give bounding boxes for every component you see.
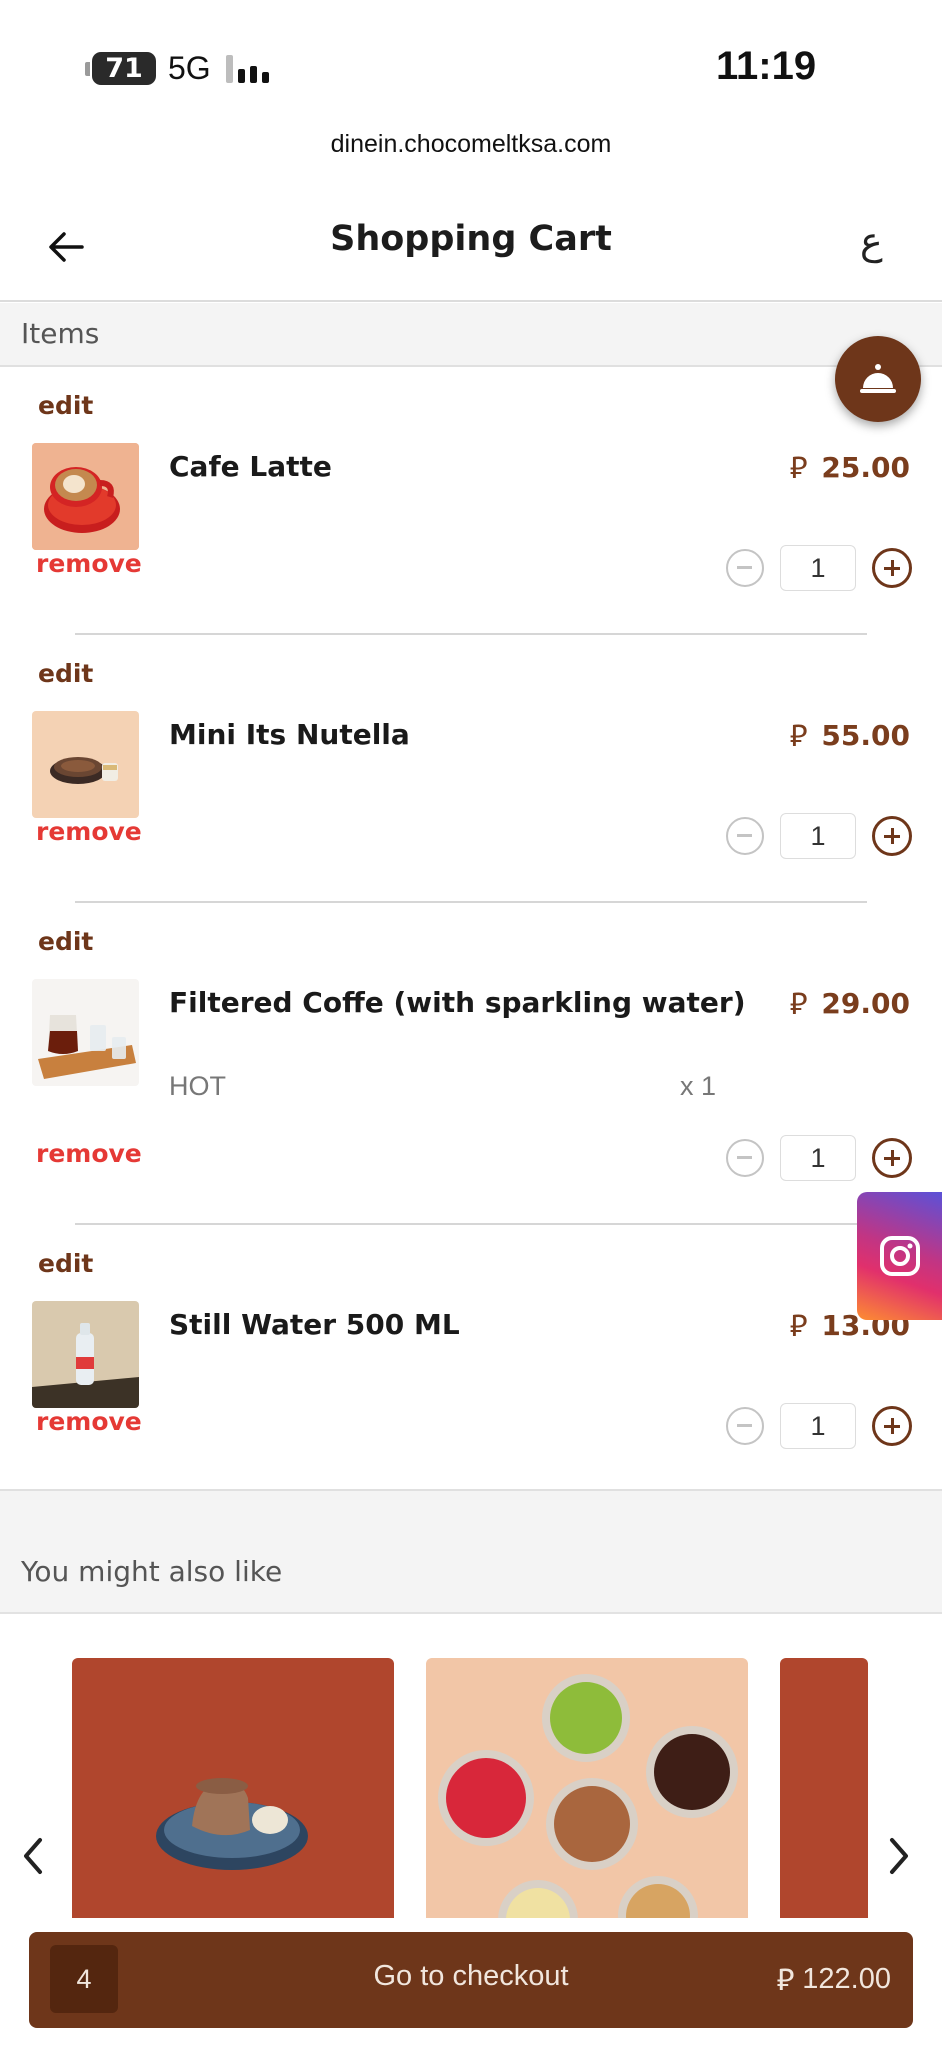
item-name: Filtered Coffe (with sparkling water) bbox=[169, 986, 746, 1019]
suggestion-card[interactable] bbox=[426, 1658, 748, 1928]
quantity-stepper: 1 bbox=[726, 813, 912, 859]
page-title: Shopping Cart bbox=[330, 219, 612, 259]
cart-item: edit Mini Its Nutella ⃁ 55.00 remove 1 bbox=[0, 635, 942, 903]
chevron-right-icon[interactable] bbox=[884, 1836, 914, 1876]
edit-item-link[interactable]: edit bbox=[38, 1249, 93, 1278]
item-name: Still Water 500 ML bbox=[169, 1308, 460, 1341]
item-price: ⃁ 29.00 bbox=[790, 984, 910, 1023]
quantity-stepper: 1 bbox=[726, 1403, 912, 1449]
item-price-value: 55.00 bbox=[821, 719, 910, 752]
call-waiter-button[interactable] bbox=[835, 336, 921, 422]
item-option-quantity: x 1 bbox=[680, 1071, 717, 1101]
suggestions-title: You might also like bbox=[21, 1555, 283, 1588]
remove-item-link[interactable]: remove bbox=[36, 1139, 142, 1168]
instagram-icon bbox=[879, 1236, 920, 1276]
item-price-value: 25.00 bbox=[821, 451, 910, 484]
item-price-value: 29.00 bbox=[821, 987, 910, 1020]
network-type: 5G bbox=[168, 50, 211, 86]
item-option: HOT bbox=[169, 1071, 226, 1101]
increase-quantity-button[interactable] bbox=[872, 816, 912, 856]
mini-its-nutella-image bbox=[32, 711, 139, 818]
riyal-icon: ⃁ bbox=[776, 1963, 795, 1998]
browser-url[interactable]: dinein.chocomeltksa.com bbox=[0, 130, 942, 159]
item-price: ⃁ 55.00 bbox=[790, 716, 910, 755]
quantity-stepper: 1 bbox=[726, 545, 912, 591]
riyal-icon: ⃁ bbox=[789, 451, 808, 486]
status-bar: 71 5G 11:19 dinein.chocomeltksa.com bbox=[0, 0, 942, 158]
item-name: Mini Its Nutella bbox=[169, 718, 410, 751]
checkout-button[interactable]: 4 Go to checkout ⃁ 122.00 bbox=[29, 1932, 913, 2028]
remove-item-link[interactable]: remove bbox=[36, 817, 142, 846]
still-water-image bbox=[32, 1301, 139, 1408]
riyal-icon: ⃁ bbox=[789, 719, 808, 754]
decrease-quantity-button[interactable] bbox=[726, 549, 764, 587]
quantity-field[interactable]: 1 bbox=[780, 1135, 856, 1181]
battery-nub bbox=[85, 61, 90, 76]
edit-item-link[interactable]: edit bbox=[38, 927, 93, 956]
decrease-quantity-button[interactable] bbox=[726, 1139, 764, 1177]
language-toggle[interactable]: ع bbox=[860, 219, 883, 263]
quantity-field[interactable]: 1 bbox=[780, 813, 856, 859]
cart-item: edit Filtered Coffe (with sparkling wate… bbox=[0, 903, 942, 1225]
filtered-coffee-image bbox=[32, 979, 139, 1086]
suggestion-card[interactable] bbox=[780, 1658, 868, 1928]
cart-item: edit Cafe Latte ⃁ 25.00 remove 1 bbox=[0, 367, 942, 635]
chevron-left-icon[interactable] bbox=[18, 1836, 48, 1876]
remove-item-link[interactable]: remove bbox=[36, 549, 142, 578]
cart-item: edit Still Water 500 ML ⃁ 13.00 remove 1 bbox=[0, 1225, 942, 1489]
edit-item-link[interactable]: edit bbox=[38, 659, 93, 688]
items-section-label: Items bbox=[21, 317, 100, 350]
decrease-quantity-button[interactable] bbox=[726, 817, 764, 855]
checkout-total: ⃁ 122.00 bbox=[776, 1960, 891, 1999]
item-name: Cafe Latte bbox=[169, 450, 332, 483]
suggestion-card[interactable] bbox=[72, 1658, 394, 1928]
instagram-button[interactable] bbox=[857, 1192, 942, 1320]
edit-item-link[interactable]: edit bbox=[38, 391, 93, 420]
quantity-field[interactable]: 1 bbox=[780, 1403, 856, 1449]
decrease-quantity-button[interactable] bbox=[726, 1407, 764, 1445]
items-section-header: Items bbox=[0, 303, 942, 367]
increase-quantity-button[interactable] bbox=[872, 548, 912, 588]
page-header: Shopping Cart ع bbox=[0, 195, 942, 302]
battery-indicator: 71 bbox=[85, 52, 156, 85]
status-time: 11:19 bbox=[716, 44, 817, 88]
item-price: ⃁ 25.00 bbox=[790, 448, 910, 487]
increase-quantity-button[interactable] bbox=[872, 1406, 912, 1446]
checkout-total-value: 122.00 bbox=[802, 1963, 891, 1995]
signal-icon bbox=[226, 55, 269, 83]
riyal-icon: ⃁ bbox=[789, 1309, 808, 1344]
increase-quantity-button[interactable] bbox=[872, 1138, 912, 1178]
quantity-field[interactable]: 1 bbox=[780, 545, 856, 591]
service-bell-icon bbox=[860, 364, 896, 393]
battery-level: 71 bbox=[92, 52, 156, 85]
riyal-icon: ⃁ bbox=[789, 987, 808, 1022]
remove-item-link[interactable]: remove bbox=[36, 1407, 142, 1436]
quantity-stepper: 1 bbox=[726, 1135, 912, 1181]
cafe-latte-image bbox=[32, 443, 139, 550]
